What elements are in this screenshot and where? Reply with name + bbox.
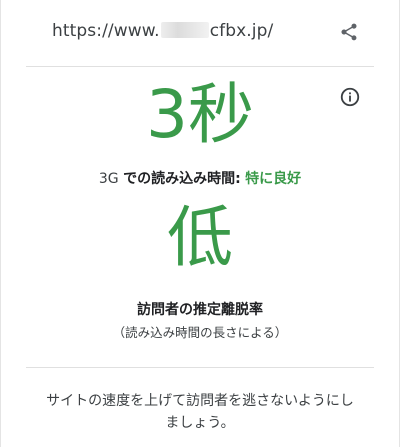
caption-colon: :	[235, 171, 241, 187]
load-time-caption: 3G での読み込み時間: 特に良好	[0, 168, 400, 188]
top-divider	[26, 66, 374, 67]
network-type: 3G	[98, 171, 119, 187]
site-url[interactable]: https://www. cfbx.jp/	[52, 21, 273, 41]
url-prefix: https://www.	[52, 21, 160, 41]
url-suffix: cfbx.jp/	[209, 21, 274, 41]
bounce-rate-label: 訪問者の推定離脱率	[137, 302, 263, 318]
load-time-value: 3秒	[146, 76, 254, 153]
bottom-divider	[26, 367, 374, 368]
redacted-url-segment	[160, 22, 209, 38]
speed-report-card: https://www. cfbx.jp/ 3秒 3G での読み込み時間: 特に良…	[0, 0, 400, 447]
load-time-label: での読み込み時間	[123, 171, 236, 187]
url-row: https://www. cfbx.jp/	[0, 0, 400, 66]
advice-message: サイトの速度を上げて訪問者を逃さないようにしましょう。	[46, 393, 354, 431]
bounce-rate-value: 低	[167, 199, 233, 276]
bounce-rate-sublabel: （読み込み時間の長さによる）	[112, 325, 288, 340]
speed-rating: 特に良好	[245, 171, 302, 187]
share-icon[interactable]	[339, 22, 359, 42]
